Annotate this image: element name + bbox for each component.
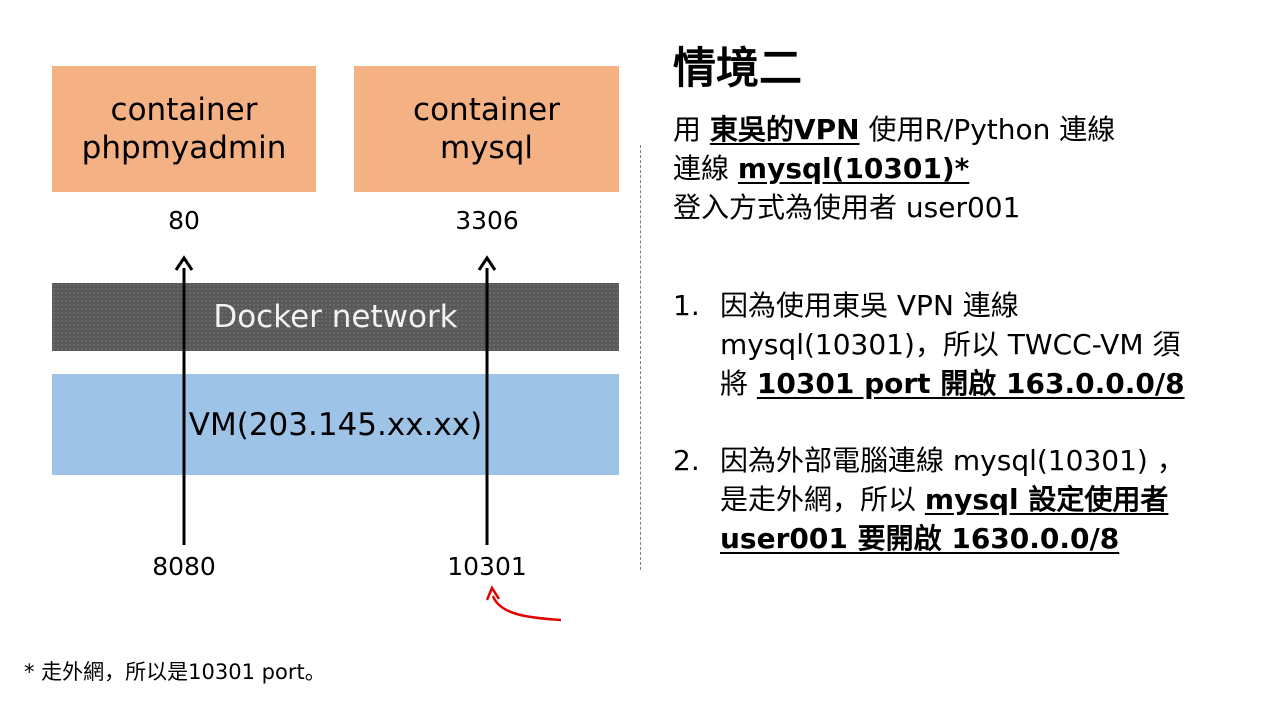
intro-text: 用 東吳的VPN 使用R/Python 連線 連線 mysql(10301)* … — [673, 110, 1115, 227]
port-8080-label: 8080 — [152, 552, 216, 581]
list-item-1-line3: 將 10301 port 開啟 163.0.0.0/8 — [720, 364, 1185, 403]
docker-network-bar: Docker network — [52, 283, 619, 351]
intro-mysql-highlight: mysql(10301)* — [737, 152, 970, 185]
container-phpmyadmin-box: container phpmyadmin — [52, 66, 316, 192]
intro-line-2: 連線 mysql(10301)* — [673, 149, 1115, 188]
container-mysql-line1: container — [413, 92, 560, 128]
container-phpmyadmin-line1: container — [110, 92, 258, 128]
dashed-divider — [640, 145, 641, 570]
intro-line-1-prefix: 用 — [673, 113, 710, 146]
container-mysql-line2: mysql — [440, 130, 533, 166]
intro-vpn-highlight: 東吳的VPN — [709, 113, 860, 146]
list-item-2-line2: 是走外網，所以 mysql 設定使用者 — [720, 480, 1185, 519]
list-item-1-line1: 因為使用東吳 VPN 連線 — [720, 289, 1019, 322]
port-80-label: 80 — [168, 206, 200, 235]
intro-line-2-prefix: 連線 — [673, 152, 738, 185]
intro-line-1-suffix: 使用R/Python 連線 — [859, 113, 1116, 146]
scenario-heading: 情境二 — [673, 44, 802, 94]
slide: container phpmyadmin container mysql 80 … — [0, 0, 1280, 720]
port-10301-label: 10301 — [447, 552, 527, 581]
intro-line-3: 登入方式為使用者 user001 — [673, 191, 1021, 224]
list-item-2-highlight-b: user001 要開啟 1630.0.0/8 — [720, 522, 1120, 555]
list-item-2-highlight-a: mysql 設定使用者 — [924, 483, 1169, 516]
list-item-1-number: 1. — [673, 289, 700, 322]
port-3306-label: 3306 — [455, 206, 519, 235]
docker-network-label: Docker network — [213, 299, 458, 335]
vm-label: VM(203.145.xx.xx) — [188, 406, 483, 443]
red-curved-arrow — [485, 585, 562, 622]
list-item-2-line3: user001 要開啟 1630.0.0/8 — [720, 519, 1185, 558]
container-mysql-box: container mysql — [354, 66, 619, 192]
list-item-1-line2: mysql(10301)，所以 TWCC-VM 須 — [720, 328, 1181, 361]
list-item-2-number: 2. — [673, 444, 700, 477]
vm-bar: VM(203.145.xx.xx) — [52, 374, 619, 475]
list-item-2-line2-prefix: 是走外網，所以 — [720, 483, 925, 516]
container-phpmyadmin-line2: phpmyadmin — [81, 130, 287, 166]
list-item-1-line3-prefix: 將 — [720, 367, 757, 400]
list-item-1-highlight: 10301 port 開啟 163.0.0.0/8 — [756, 367, 1185, 400]
intro-line-1: 用 東吳的VPN 使用R/Python 連線 — [673, 110, 1115, 149]
footnote: * 走外網，所以是10301 port。 — [24, 660, 326, 684]
list-item-2-line1: 因為外部電腦連線 mysql(10301) ， — [720, 444, 1185, 477]
